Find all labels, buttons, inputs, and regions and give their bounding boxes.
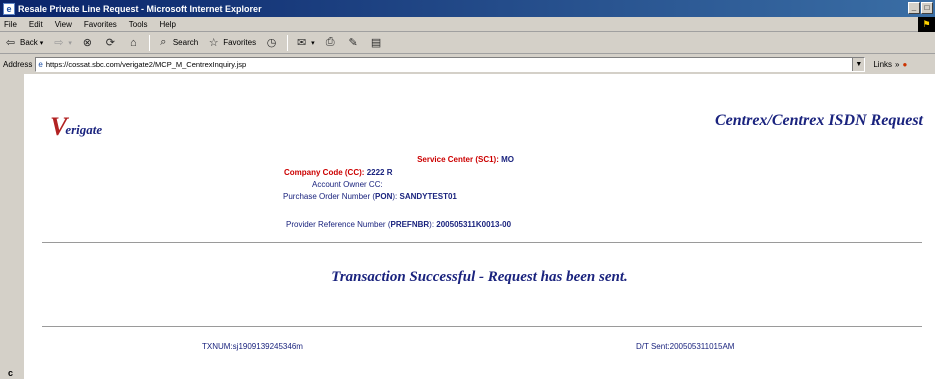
- edit-button[interactable]: ✎: [346, 35, 361, 50]
- txnum-text: TXNUM:sj1909139245346m: [202, 342, 303, 351]
- maximize-icon[interactable]: □: [921, 2, 933, 14]
- menu-favorites[interactable]: Favorites: [84, 20, 117, 29]
- history-icon: ◷: [266, 37, 277, 49]
- address-url: https://cossat.sbc.com/verigate2/MCP_M_C…: [45, 60, 247, 69]
- toolbar-separator: [287, 34, 289, 51]
- links-button[interactable]: Links » ●: [873, 60, 907, 69]
- prefnbr-label-pre: Provider Reference Number (: [286, 220, 391, 229]
- star-icon: ☆: [208, 37, 219, 49]
- print-icon: ⎙: [325, 36, 335, 48]
- address-input[interactable]: e https://cossat.sbc.com/verigate2/MCP_M…: [35, 57, 866, 72]
- home-button[interactable]: ⌂: [126, 35, 141, 50]
- favorites-button[interactable]: ☆ Favorites: [206, 35, 256, 50]
- favorites-label: Favorites: [223, 38, 257, 47]
- sc1-row: Service Center (SC1): MO: [304, 155, 514, 164]
- title-bar: e Resale Private Line Request - Microsof…: [0, 0, 935, 17]
- sc1-label: Service Center (SC1):: [417, 155, 499, 164]
- pon-label-pre: Purchase Order Number (: [283, 192, 376, 201]
- sc1-value: MO: [501, 155, 514, 164]
- windows-logo-icon: ⚑: [918, 17, 935, 32]
- chevron-down-icon: ▾: [39, 39, 44, 47]
- divider: [42, 326, 922, 327]
- page-icon: e: [38, 60, 43, 69]
- menu-view[interactable]: View: [55, 20, 72, 29]
- acct-owner-row: Account Owner CC:: [312, 180, 383, 189]
- stop-button[interactable]: ⊗: [80, 35, 95, 50]
- stop-icon: ⊗: [82, 37, 92, 49]
- prefnbr-label-post: ):: [429, 220, 435, 229]
- ie-icon: e: [3, 2, 15, 15]
- prefnbr-label-bold: PREFNBR: [390, 220, 430, 229]
- toolbar: ⇦ Back ▾ ⇨ ▾ ⊗ ⟳ ⌂ ⌕ Search ☆ Favorites …: [0, 32, 935, 54]
- chevron-right-icon: »: [895, 60, 900, 69]
- chevron-down-icon: ▾: [311, 39, 315, 47]
- back-arrow-icon: ⇦: [5, 37, 16, 49]
- pon-row: Purchase Order Number (PON): SANDYTEST01: [283, 192, 457, 201]
- search-button[interactable]: ⌕ Search: [156, 35, 198, 50]
- chevron-down-icon: ▾: [68, 39, 72, 47]
- pon-label-post: ):: [392, 192, 398, 201]
- divider: [42, 242, 922, 243]
- cc-label: Company Code (CC):: [284, 168, 365, 177]
- left-frame-strip: [0, 74, 24, 379]
- window-title: Resale Private Line Request - Microsoft …: [18, 3, 262, 14]
- refresh-button[interactable]: ⟳: [103, 35, 118, 50]
- chevron-down-icon[interactable]: ▼: [852, 58, 865, 71]
- back-label: Back: [20, 38, 38, 47]
- logo-text: erigate: [65, 122, 103, 137]
- search-label: Search: [172, 38, 199, 47]
- links-label: Links: [873, 60, 893, 69]
- acct-owner-label: Account Owner CC:: [312, 180, 383, 189]
- home-icon: ⌂: [130, 36, 137, 49]
- menu-file[interactable]: File: [4, 20, 17, 29]
- pon-value: SANDYTEST01: [399, 192, 457, 201]
- cc-value: 2222 R: [366, 168, 393, 177]
- minimize-icon[interactable]: _: [908, 2, 920, 14]
- print-button[interactable]: ⎙: [323, 35, 338, 50]
- menu-tools[interactable]: Tools: [129, 20, 148, 29]
- prefnbr-row: Provider Reference Number (PREFNBR): 200…: [286, 220, 511, 229]
- back-button[interactable]: ⇦ Back ▾: [3, 35, 43, 50]
- discuss-button[interactable]: ▤: [369, 35, 384, 50]
- search-icon: ⌕: [160, 36, 167, 48]
- menu-edit[interactable]: Edit: [29, 20, 43, 29]
- dt-sent-text: D/T Sent:200505311015AM: [636, 342, 735, 351]
- verigate-logo: V erigate: [50, 114, 102, 140]
- window-controls: _ □: [908, 2, 933, 14]
- cc-row: Company Code (CC): 2222 R: [284, 168, 392, 177]
- menu-bar: File Edit View Favorites Tools Help: [0, 17, 935, 32]
- success-message: Transaction Successful - Request has bee…: [331, 269, 628, 285]
- mail-icon: ✉: [296, 37, 307, 49]
- left-strip-letter: c: [8, 368, 14, 378]
- forward-button[interactable]: ⇨ ▾: [51, 35, 72, 50]
- web-page: V erigate Centrex/Centrex ISDN Request S…: [24, 74, 935, 379]
- mail-button[interactable]: ✉ ▾: [294, 35, 315, 50]
- refresh-icon: ⟳: [105, 37, 115, 49]
- page-title: Centrex/Centrex ISDN Request: [714, 112, 923, 129]
- menu-help[interactable]: Help: [159, 20, 175, 29]
- discuss-icon: ▤: [370, 37, 382, 49]
- prefnbr-value: 200505311K0013-00: [436, 220, 512, 229]
- address-bar: Address e https://cossat.sbc.com/verigat…: [0, 55, 935, 74]
- edit-icon: ✎: [348, 37, 358, 49]
- history-button[interactable]: ◷: [264, 35, 279, 50]
- address-label: Address: [3, 60, 33, 69]
- forward-arrow-icon: ⇨: [54, 37, 64, 49]
- link-icon: ●: [902, 60, 908, 69]
- pon-label-bold: PON: [375, 192, 393, 201]
- toolbar-separator: [148, 34, 150, 51]
